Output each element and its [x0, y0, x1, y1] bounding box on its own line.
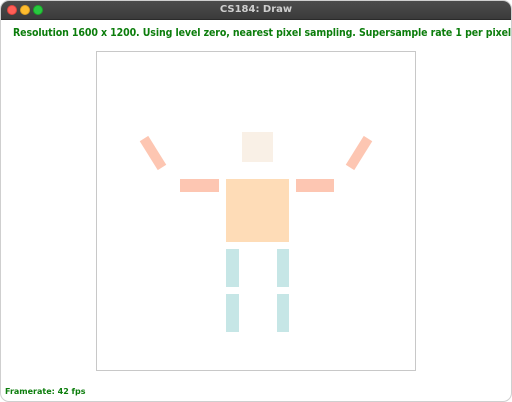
status-text: Resolution 1600 x 1200. Using level zero… — [13, 27, 512, 39]
app-window: CS184: Draw Resolution 1600 x 1200. Usin… — [0, 0, 512, 402]
figure-left-thigh — [226, 249, 239, 287]
framerate-text: Framerate: 42 fps — [5, 387, 86, 396]
figure-right-forearm — [345, 135, 373, 171]
title-bar: CS184: Draw — [1, 1, 511, 20]
figure-torso — [226, 179, 289, 242]
figure-right-shin — [277, 294, 289, 332]
draw-canvas[interactable] — [96, 51, 416, 371]
figure-left-forearm — [139, 135, 167, 171]
canvas-svg — [139, 132, 373, 332]
figure-left-shin — [226, 294, 239, 332]
figure-right-thigh — [277, 249, 289, 287]
figure-left-arm — [180, 179, 219, 192]
window-title: CS184: Draw — [219, 4, 293, 15]
figure-head — [242, 132, 273, 162]
figure-right-arm — [296, 179, 334, 192]
